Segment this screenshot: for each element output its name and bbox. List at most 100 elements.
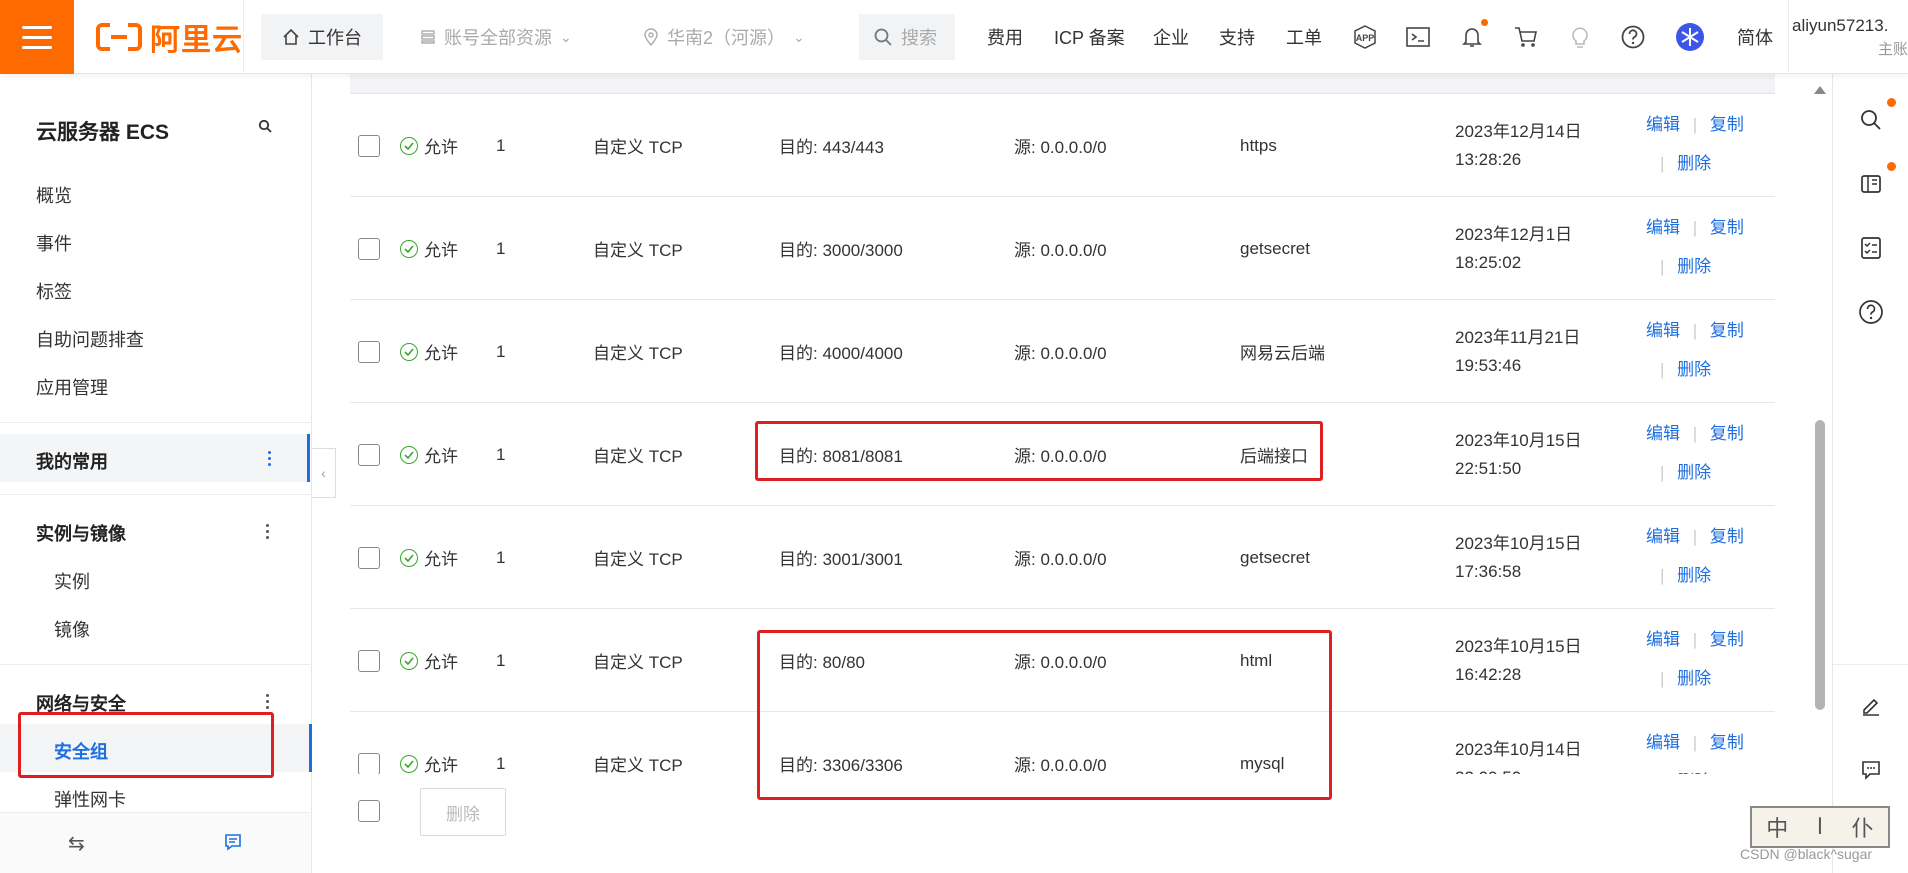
sidebar-item-security-group[interactable]: [0, 724, 312, 772]
rail-checklist-icon[interactable]: [1851, 228, 1891, 268]
edit-button[interactable]: 编辑: [1646, 424, 1680, 443]
row-checkbox[interactable]: [358, 546, 380, 569]
sidebar-group-favorites[interactable]: 我的常用: [36, 448, 108, 474]
row-actions: 编辑 | 复制 | 删除: [1646, 625, 1776, 689]
sidebar-item-eni[interactable]: 弹性网卡: [54, 786, 126, 812]
copy-button[interactable]: 复制: [1710, 321, 1744, 340]
row-checkbox[interactable]: [358, 340, 380, 363]
row-select-cell: [358, 403, 380, 506]
table-row: 允许 1 自定义 TCP 目的: 3000/3000 源: 0.0.0.0/0 …: [350, 197, 1775, 300]
delete-button[interactable]: 删除: [1677, 257, 1711, 276]
copy-button[interactable]: 复制: [1710, 630, 1744, 649]
scrollbar-thumb[interactable]: [1815, 420, 1825, 710]
lightbulb-icon[interactable]: [1561, 18, 1599, 56]
delete-button[interactable]: 删除: [1677, 154, 1711, 173]
ai-assistant-icon[interactable]: [1671, 18, 1709, 56]
sidebar-search-icon[interactable]: [258, 118, 272, 138]
nav-ticket[interactable]: 工单: [1286, 0, 1322, 74]
rail-help-icon[interactable]: [1851, 292, 1891, 332]
rail-search-icon[interactable]: [1851, 98, 1896, 140]
sidebar-footer: ⇆: [0, 812, 310, 873]
help-icon[interactable]: [1614, 18, 1652, 56]
rail-book-icon[interactable]: [1851, 162, 1896, 204]
nav-icp[interactable]: ICP 备案: [1054, 0, 1125, 74]
sidebar-group-network-security[interactable]: 网络与安全: [36, 690, 126, 716]
created-clock: 19:53:46: [1455, 355, 1522, 375]
sidebar-item-app-management[interactable]: 应用管理: [36, 374, 108, 400]
notification-dot: [1887, 162, 1896, 171]
source-cell: 源: 0.0.0.0/0: [1014, 653, 1107, 672]
cart-icon[interactable]: [1507, 18, 1545, 56]
source-cell: 源: 0.0.0.0/0: [1014, 344, 1107, 363]
row-checkbox[interactable]: [358, 134, 380, 157]
nav-billing-label: 费用: [987, 28, 1023, 48]
sidebar-item-events[interactable]: 事件: [36, 230, 72, 256]
copy-button[interactable]: 复制: [1710, 527, 1744, 546]
sidebar-item-troubleshoot[interactable]: 自助问题排查: [36, 326, 144, 352]
copy-button[interactable]: 复制: [1710, 424, 1744, 443]
sidebar-item-tags[interactable]: 标签: [36, 278, 72, 304]
region-select[interactable]: 华南2（河源） ⌄: [643, 0, 805, 74]
nav-support-label: 支持: [1219, 28, 1255, 48]
sidebar-item-images[interactable]: 镜像: [54, 616, 90, 642]
delete-button[interactable]: 删除: [1677, 360, 1711, 379]
terminal-icon[interactable]: [1399, 18, 1437, 56]
message-icon[interactable]: [224, 833, 242, 851]
global-search-input[interactable]: 搜索: [859, 14, 955, 60]
copy-button[interactable]: 复制: [1710, 218, 1744, 237]
edit-button[interactable]: 编辑: [1646, 321, 1680, 340]
account-menu[interactable]: aliyun57213. 主账: [1792, 14, 1908, 62]
nav-billing[interactable]: 费用: [987, 0, 1023, 74]
language-switch[interactable]: 简体: [1737, 0, 1773, 74]
source-cell: 源: 0.0.0.0/0: [1014, 756, 1107, 774]
app-icon[interactable]: APP: [1346, 18, 1384, 56]
aliyun-logo[interactable]: 阿里云: [96, 20, 243, 57]
row-checkbox[interactable]: [358, 237, 380, 260]
bell-icon[interactable]: [1453, 18, 1491, 56]
workbench-button[interactable]: 工作台: [261, 14, 383, 60]
row-select-cell: [358, 712, 380, 774]
nav-support[interactable]: 支持: [1219, 0, 1255, 74]
edit-button[interactable]: 编辑: [1646, 527, 1680, 546]
source-cell: 源: 0.0.0.0/0: [1014, 550, 1107, 569]
policy-cell: 允许: [400, 197, 458, 300]
priority-cell: 1: [496, 238, 506, 258]
edit-button[interactable]: 编辑: [1646, 630, 1680, 649]
rail-edit-icon[interactable]: [1851, 686, 1891, 726]
description-cell: mysql: [1240, 753, 1285, 773]
sidebar-group-instances[interactable]: 实例与镜像: [36, 520, 126, 546]
protocol-cell: 自定义 TCP: [593, 447, 683, 466]
row-checkbox[interactable]: [358, 649, 380, 672]
row-select-cell: [358, 506, 380, 609]
edit-button[interactable]: 编辑: [1646, 733, 1680, 752]
edit-button[interactable]: 编辑: [1646, 115, 1680, 134]
table-row: 允许 1 自定义 TCP 目的: 4000/4000 源: 0.0.0.0/0 …: [350, 300, 1775, 403]
account-name: aliyun57213.: [1792, 16, 1889, 35]
sidebar-item-overview[interactable]: 概览: [36, 182, 72, 208]
kebab-menu-icon[interactable]: [266, 524, 270, 539]
copy-button[interactable]: 复制: [1710, 115, 1744, 134]
row-checkbox[interactable]: [358, 443, 380, 466]
delete-button[interactable]: 删除: [1677, 669, 1711, 688]
port-range-cell: 目的: 3000/3000: [779, 241, 903, 260]
kebab-menu-icon[interactable]: [268, 451, 272, 466]
resource-scope-select[interactable]: 账号全部资源 ⌄: [420, 0, 572, 74]
switch-icon[interactable]: ⇆: [68, 831, 85, 856]
collapse-sidebar-button[interactable]: ‹: [312, 448, 336, 498]
row-checkbox[interactable]: [358, 752, 380, 774]
delete-button[interactable]: 删除: [1677, 566, 1711, 585]
source-cell: 源: 0.0.0.0/0: [1014, 241, 1107, 260]
bulk-delete-button[interactable]: 删除: [420, 788, 506, 836]
copy-button[interactable]: 复制: [1710, 733, 1744, 752]
chevron-left-icon: ‹: [321, 465, 326, 481]
select-all-checkbox[interactable]: [358, 800, 380, 822]
kebab-menu-icon[interactable]: [266, 694, 270, 709]
sidebar-item-instances[interactable]: 实例: [54, 568, 90, 594]
row-actions: 编辑 | 复制 | 删除: [1646, 316, 1776, 380]
nav-enterprise[interactable]: 企业: [1153, 0, 1189, 74]
edit-button[interactable]: 编辑: [1646, 218, 1680, 237]
delete-button[interactable]: 删除: [1677, 463, 1711, 482]
menu-icon[interactable]: [0, 0, 74, 74]
rail-feedback-icon[interactable]: [1851, 750, 1891, 790]
scroll-up-arrow-icon[interactable]: [1814, 86, 1826, 94]
